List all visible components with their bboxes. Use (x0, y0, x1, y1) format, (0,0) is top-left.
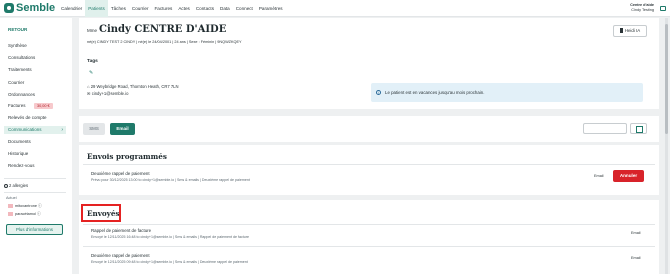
patient-details: Tags ✎ ⌂ 29 Weybridge Road, Thornton Hea… (79, 57, 659, 109)
sidebar-divider (4, 178, 66, 179)
sidebar-item-label: Documents (8, 139, 31, 144)
allergies-current-label: Actuel (6, 196, 17, 200)
channel-label: Email (631, 256, 641, 260)
allergen-item: paracétamol ⓘ (8, 212, 41, 217)
nav-contacts[interactable]: Contacts (193, 0, 217, 17)
sidebar-item-label: Consultations (8, 55, 36, 60)
channel-label: Email (594, 174, 604, 178)
info-icon: i (376, 90, 381, 95)
sidebar-item-releves[interactable]: Relevés de compte (4, 114, 66, 122)
nav-calendrier[interactable]: Calendrier (58, 0, 85, 17)
patient-sidebar: RETOUR Synthèse Consultations Traitement… (0, 18, 72, 274)
back-link[interactable]: RETOUR (8, 27, 27, 32)
edit-tags-icon[interactable]: ✎ (89, 70, 93, 76)
nav-factures[interactable]: Factures (151, 0, 175, 17)
heidi-icon (619, 28, 623, 33)
compose-toolbar: SMS Email (79, 116, 659, 142)
user-name: Cindy Testing (631, 8, 654, 12)
sidebar-item-traitements[interactable]: Traitements (4, 66, 66, 74)
sidebar-item-label: Communications (8, 127, 42, 132)
semble-logo[interactable]: Semble (4, 2, 55, 14)
sidebar-item-label: Courrier (8, 80, 25, 85)
sidebar-item-label: Ordonnances (8, 92, 36, 97)
sidebar-item-documents[interactable]: Documents (4, 138, 66, 146)
filter-input[interactable] (583, 123, 627, 134)
vacation-alert-text: Le patient est en vacances jusqu'au mois… (385, 90, 485, 95)
sent-section: Envoyés Rappel de paiement de facture En… (79, 200, 659, 274)
sent-message-title[interactable]: Deuxième rappel de paiement (91, 253, 150, 258)
nav-parametres[interactable]: Paramètres (256, 0, 286, 17)
sidebar-item-courrier[interactable]: Courrier (4, 79, 66, 87)
section-divider (83, 164, 655, 165)
allergy-icon (4, 184, 8, 188)
sidebar-item-historique[interactable]: Historique (4, 150, 66, 158)
sidebar-item-rendez-vous[interactable]: Rendez-vous (4, 162, 66, 170)
scheduled-title: Envois programmés (87, 152, 167, 161)
main-nav: Calendrier Patients Tâches Courrier Fact… (58, 0, 286, 17)
nav-taches[interactable]: Tâches (108, 0, 129, 17)
sidebar-item-communications[interactable]: Communications › (4, 126, 66, 134)
sidebar-item-label: Rendez-vous (8, 163, 35, 168)
nav-data[interactable]: Data (217, 0, 233, 17)
calendar-button[interactable] (630, 123, 647, 134)
sent-message-meta: Envoyé le 12/11/2025 16:48 to cindy+1@se… (91, 235, 249, 239)
sidebar-item-label: Factures (8, 103, 26, 108)
sidebar-item-label: Synthèse (8, 43, 27, 48)
patient-prefix: Mme (87, 28, 97, 33)
sidebar-item-label: Relevés de compte (8, 115, 47, 120)
nav-patients[interactable]: Patients (85, 0, 108, 17)
tags-title: Tags (87, 59, 98, 64)
section-divider (83, 224, 655, 225)
nav-courrier[interactable]: Courrier (129, 0, 152, 17)
sidebar-item-synthese[interactable]: Synthèse (4, 42, 66, 50)
sent-title: Envoyés (87, 209, 120, 218)
user-menu[interactable]: Centre d'aide Cindy Testing (630, 3, 654, 13)
vacation-alert: i Le patient est en vacances jusqu'au mo… (371, 83, 643, 102)
patient-header: Mme Cindy CENTRE D'AIDE né(e) CINDY TEST… (79, 18, 659, 57)
top-navigation: Semble Calendrier Patients Tâches Courri… (0, 0, 670, 17)
patient-name: Cindy CENTRE D'AIDE (99, 24, 227, 35)
allergen-swatch (8, 212, 13, 216)
channel-label: Email (631, 231, 641, 235)
row-divider (83, 246, 655, 247)
nav-actes[interactable]: Actes (175, 0, 193, 17)
allergen-swatch (8, 204, 13, 208)
sidebar-item-factures[interactable]: Factures 30,00 € (4, 102, 66, 110)
scheduled-section: Envois programmés Deuxième rappel de pai… (79, 145, 659, 195)
sent-message-title[interactable]: Rappel de paiement de facture (91, 228, 151, 233)
sidebar-item-ordonnances[interactable]: Ordonnances (4, 91, 66, 99)
scheduled-message-title[interactable]: Deuxième rappel de paiement (91, 171, 150, 176)
user-menu-icon[interactable] (660, 6, 666, 11)
heidi-ai-button[interactable]: Heidi IA (613, 25, 647, 37)
more-info-button[interactable]: Plus d'informations (6, 224, 63, 235)
scheduled-message-meta: Prévu pour 30/12/2025 13:00 to cindy+1@s… (91, 178, 250, 182)
cancel-button[interactable]: Annuler (613, 170, 644, 182)
chevron-right-icon: › (61, 127, 63, 133)
sidebar-item-label: Traitements (8, 67, 32, 72)
sms-tab-button[interactable]: SMS (83, 123, 105, 135)
logo-text: Semble (16, 2, 56, 14)
scrollbar-thumb[interactable] (665, 24, 668, 134)
patient-address: ⌂ 29 Weybridge Road, Thornton Heath, CR7… (87, 84, 179, 89)
allergies-title: 2 allergies (4, 183, 28, 188)
invoice-balance-badge: 30,00 € (34, 103, 53, 109)
sidebar-item-label: Historique (8, 151, 29, 156)
semble-logo-icon (4, 3, 14, 13)
patient-meta: né(e) CINDY TEST 2 CINDY | né(e) le 24/0… (87, 40, 242, 44)
allergen-item: mitoxantrone ⓘ (8, 204, 42, 209)
email-tab-button[interactable]: Email (110, 123, 135, 135)
sidebar-divider (4, 192, 66, 193)
nav-connect[interactable]: Connect (233, 0, 256, 17)
patient-email[interactable]: ✉ cindy+1@semble.io (87, 91, 128, 96)
sidebar-item-consultations[interactable]: Consultations (4, 54, 66, 62)
sent-message-meta: Envoyé le 12/11/2025 09:48 to cindy+1@se… (91, 260, 248, 264)
